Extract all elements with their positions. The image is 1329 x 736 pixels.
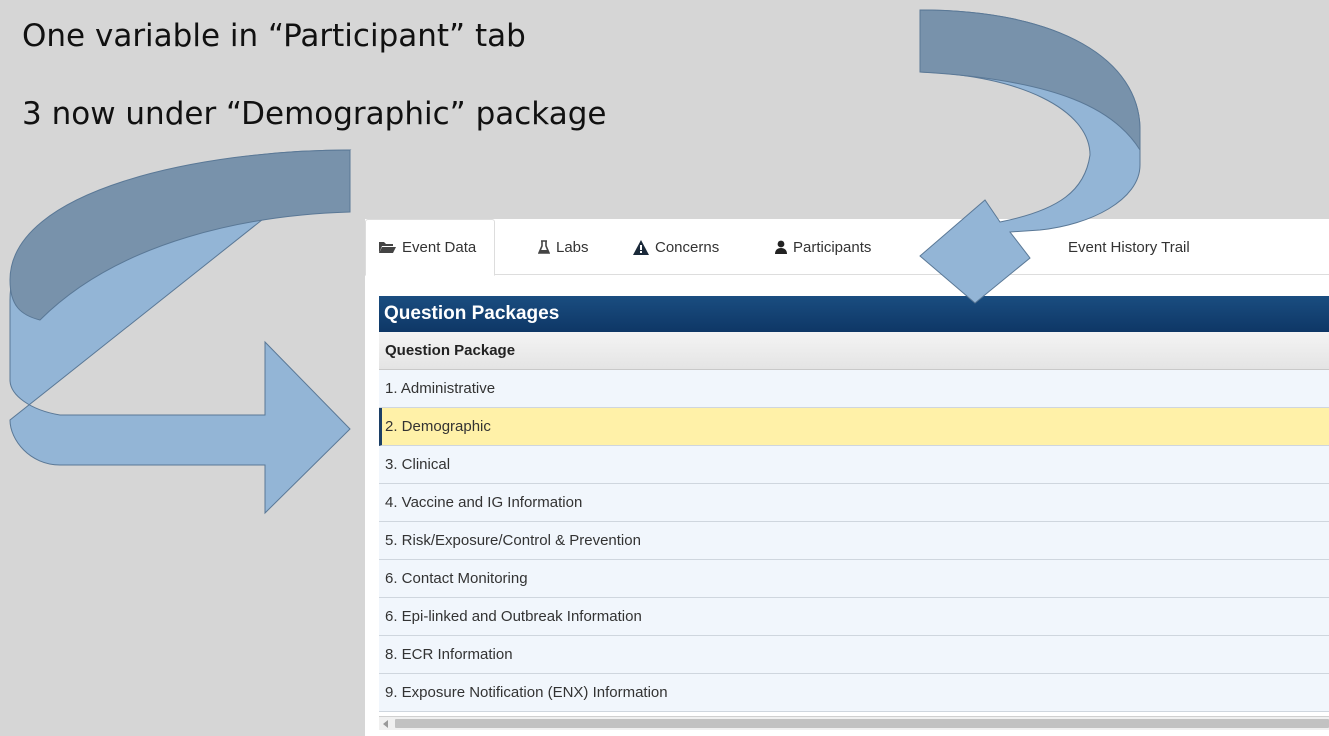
left-curved-arrow-icon	[9, 149, 352, 515]
tab-labs[interactable]: Labs	[538, 219, 589, 275]
tab-concerns[interactable]: Concerns	[633, 219, 719, 275]
table-row[interactable]: 9. Exposure Notification (ENX) Informati…	[379, 674, 1329, 712]
flask-icon	[538, 239, 550, 255]
tab-participants[interactable]: Participants	[775, 219, 871, 275]
tab-label: Labs	[556, 238, 589, 256]
tab-event-data[interactable]: Event Data	[365, 219, 496, 276]
table-row[interactable]: 4. Vaccine and IG Information	[379, 484, 1329, 522]
table-title: Question Packages	[379, 296, 1329, 332]
question-packages-table: Question Packages Question Package 1. Ad…	[379, 296, 1329, 730]
warning-icon	[633, 239, 649, 255]
table-rows: 1. Administrative 2. Demographic 3. Clin…	[379, 370, 1329, 712]
table-row[interactable]: 1. Administrative	[379, 370, 1329, 408]
table-row-selected[interactable]: 2. Demographic	[379, 408, 1329, 446]
tab-bar: Event Data Labs Concerns Participants Ev…	[365, 219, 1329, 276]
table-row[interactable]: 6. Contact Monitoring	[379, 560, 1329, 598]
tab-label: Event History Trail	[1068, 238, 1190, 256]
horizontal-scrollbar[interactable]	[379, 716, 1329, 730]
slide-text-line-1: One variable in “Participant” tab	[22, 18, 526, 54]
tab-event-history-trail[interactable]: Event History Trail	[1068, 219, 1190, 275]
slide-text-line-2: 3 now under “Demographic” package	[22, 96, 607, 132]
event-panel: Event Data Labs Concerns Participants Ev…	[365, 219, 1329, 736]
scrollbar-thumb[interactable]	[395, 719, 1329, 728]
scroll-left-arrow-icon[interactable]	[383, 720, 388, 728]
folder-open-icon	[378, 241, 396, 254]
tab-label: Event Data	[402, 239, 477, 256]
table-row[interactable]: 8. ECR Information	[379, 636, 1329, 674]
column-header[interactable]: Question Package	[379, 332, 1329, 370]
table-row[interactable]: 3. Clinical	[379, 446, 1329, 484]
table-row[interactable]: 5. Risk/Exposure/Control & Prevention	[379, 522, 1329, 560]
table-row[interactable]: 6. Epi-linked and Outbreak Information	[379, 598, 1329, 636]
user-icon	[775, 240, 787, 254]
tab-label: Concerns	[655, 238, 720, 256]
tab-label: Participants	[793, 238, 872, 256]
